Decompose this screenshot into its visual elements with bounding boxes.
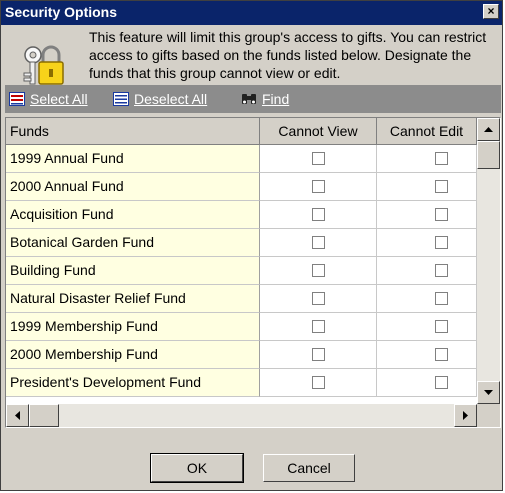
- lock-key-icon: [23, 45, 64, 85]
- table-row[interactable]: 2000 Annual Fund: [6, 173, 477, 201]
- cannot-view-checkbox[interactable]: [312, 376, 325, 389]
- cannot-view-cell: [260, 313, 377, 341]
- cannot-edit-cell: [377, 173, 477, 201]
- vertical-scroll-thumb[interactable]: [477, 141, 500, 169]
- select-all-label: Select All: [30, 91, 88, 107]
- dialog-title: Security Options: [5, 4, 118, 20]
- cannot-view-cell: [260, 369, 377, 397]
- column-header-cannot-view[interactable]: Cannot View: [260, 118, 377, 145]
- arrow-up-icon: [484, 127, 493, 132]
- cannot-edit-checkbox[interactable]: [435, 208, 448, 221]
- table-row[interactable]: 1999 Annual Fund: [6, 145, 477, 173]
- cannot-edit-checkbox[interactable]: [435, 264, 448, 277]
- cannot-edit-cell: [377, 229, 477, 257]
- cannot-view-checkbox[interactable]: [312, 264, 325, 277]
- title-bar: Security Options ×: [1, 1, 502, 25]
- cannot-edit-cell: [377, 145, 477, 173]
- cannot-view-cell: [260, 173, 377, 201]
- arrow-down-icon: [484, 390, 493, 395]
- fund-name-cell: 1999 Membership Fund: [6, 313, 260, 341]
- column-header-funds[interactable]: Funds: [6, 118, 260, 145]
- cannot-view-cell: [260, 201, 377, 229]
- cannot-view-cell: [260, 257, 377, 285]
- scroll-left-button[interactable]: [6, 404, 29, 427]
- deselect-all-icon: [113, 92, 129, 106]
- cannot-view-checkbox[interactable]: [312, 292, 325, 305]
- arrow-left-icon: [15, 411, 20, 420]
- select-all-button[interactable]: Select All: [9, 89, 88, 109]
- scroll-up-button[interactable]: [477, 118, 500, 141]
- table-row[interactable]: Building Fund: [6, 257, 477, 285]
- cannot-edit-cell: [377, 201, 477, 229]
- close-icon: ×: [487, 4, 495, 18]
- cannot-view-checkbox[interactable]: [312, 320, 325, 333]
- scrollbar-corner: [477, 404, 500, 427]
- close-button[interactable]: ×: [483, 4, 499, 19]
- fund-name-cell: 2000 Annual Fund: [6, 173, 260, 201]
- cannot-view-checkbox[interactable]: [312, 180, 325, 193]
- cancel-button[interactable]: Cancel: [263, 454, 355, 482]
- fund-name-cell: 1999 Annual Fund: [6, 145, 260, 173]
- select-all-icon: [9, 92, 25, 106]
- column-header-cannot-edit[interactable]: Cannot Edit: [377, 118, 477, 145]
- ok-button[interactable]: OK: [150, 453, 244, 483]
- funds-grid: Funds Cannot View Cannot Edit 1999 Annua…: [5, 117, 501, 428]
- cannot-view-checkbox[interactable]: [312, 348, 325, 361]
- deselect-all-button[interactable]: Deselect All: [113, 89, 207, 109]
- horizontal-scrollbar[interactable]: [6, 404, 477, 427]
- cannot-edit-cell: [377, 341, 477, 369]
- cannot-edit-checkbox[interactable]: [435, 152, 448, 165]
- fund-name-cell: Natural Disaster Relief Fund: [6, 285, 260, 313]
- table-row[interactable]: Natural Disaster Relief Fund: [6, 285, 477, 313]
- cannot-edit-cell: [377, 257, 477, 285]
- table-row[interactable]: Acquisition Fund: [6, 201, 477, 229]
- fund-name-cell: Acquisition Fund: [6, 201, 260, 229]
- cannot-edit-checkbox[interactable]: [435, 292, 448, 305]
- table-row[interactable]: 1999 Membership Fund: [6, 313, 477, 341]
- cannot-view-cell: [260, 341, 377, 369]
- cannot-view-cell: [260, 229, 377, 257]
- info-message: This feature will limit this group's acc…: [89, 29, 487, 81]
- cannot-edit-checkbox[interactable]: [435, 236, 448, 249]
- fund-name-cell: Building Fund: [6, 257, 260, 285]
- table-row[interactable]: President's Development Fund: [6, 369, 477, 397]
- cannot-edit-cell: [377, 313, 477, 341]
- deselect-all-label: Deselect All: [134, 91, 208, 107]
- find-button[interactable]: Find: [241, 89, 289, 109]
- horizontal-scroll-thumb[interactable]: [29, 404, 59, 427]
- cannot-view-checkbox[interactable]: [312, 208, 325, 221]
- table-row[interactable]: 2000 Membership Fund: [6, 341, 477, 369]
- security-options-dialog: Security Options × This feature will lim…: [0, 0, 503, 491]
- scroll-down-button[interactable]: [477, 381, 500, 404]
- cannot-edit-checkbox[interactable]: [435, 180, 448, 193]
- vertical-scrollbar[interactable]: [477, 118, 500, 404]
- cannot-edit-checkbox[interactable]: [435, 376, 448, 389]
- binoculars-icon: [242, 94, 256, 104]
- cannot-view-checkbox[interactable]: [312, 236, 325, 249]
- table-row[interactable]: Botanical Garden Fund: [6, 229, 477, 257]
- cannot-edit-cell: [377, 285, 477, 313]
- scroll-right-button[interactable]: [454, 404, 477, 427]
- fund-name-cell: President's Development Fund: [6, 369, 260, 397]
- cannot-edit-checkbox[interactable]: [435, 320, 448, 333]
- arrow-right-icon: [463, 411, 468, 420]
- fund-name-cell: Botanical Garden Fund: [6, 229, 260, 257]
- toolbar: Select All Deselect All Find: [5, 85, 501, 113]
- fund-name-cell: 2000 Membership Fund: [6, 341, 260, 369]
- cannot-view-cell: [260, 145, 377, 173]
- find-label: Find: [262, 91, 290, 107]
- cannot-view-cell: [260, 285, 377, 313]
- cannot-edit-checkbox[interactable]: [435, 348, 448, 361]
- cannot-view-checkbox[interactable]: [312, 152, 325, 165]
- cannot-edit-cell: [377, 369, 477, 397]
